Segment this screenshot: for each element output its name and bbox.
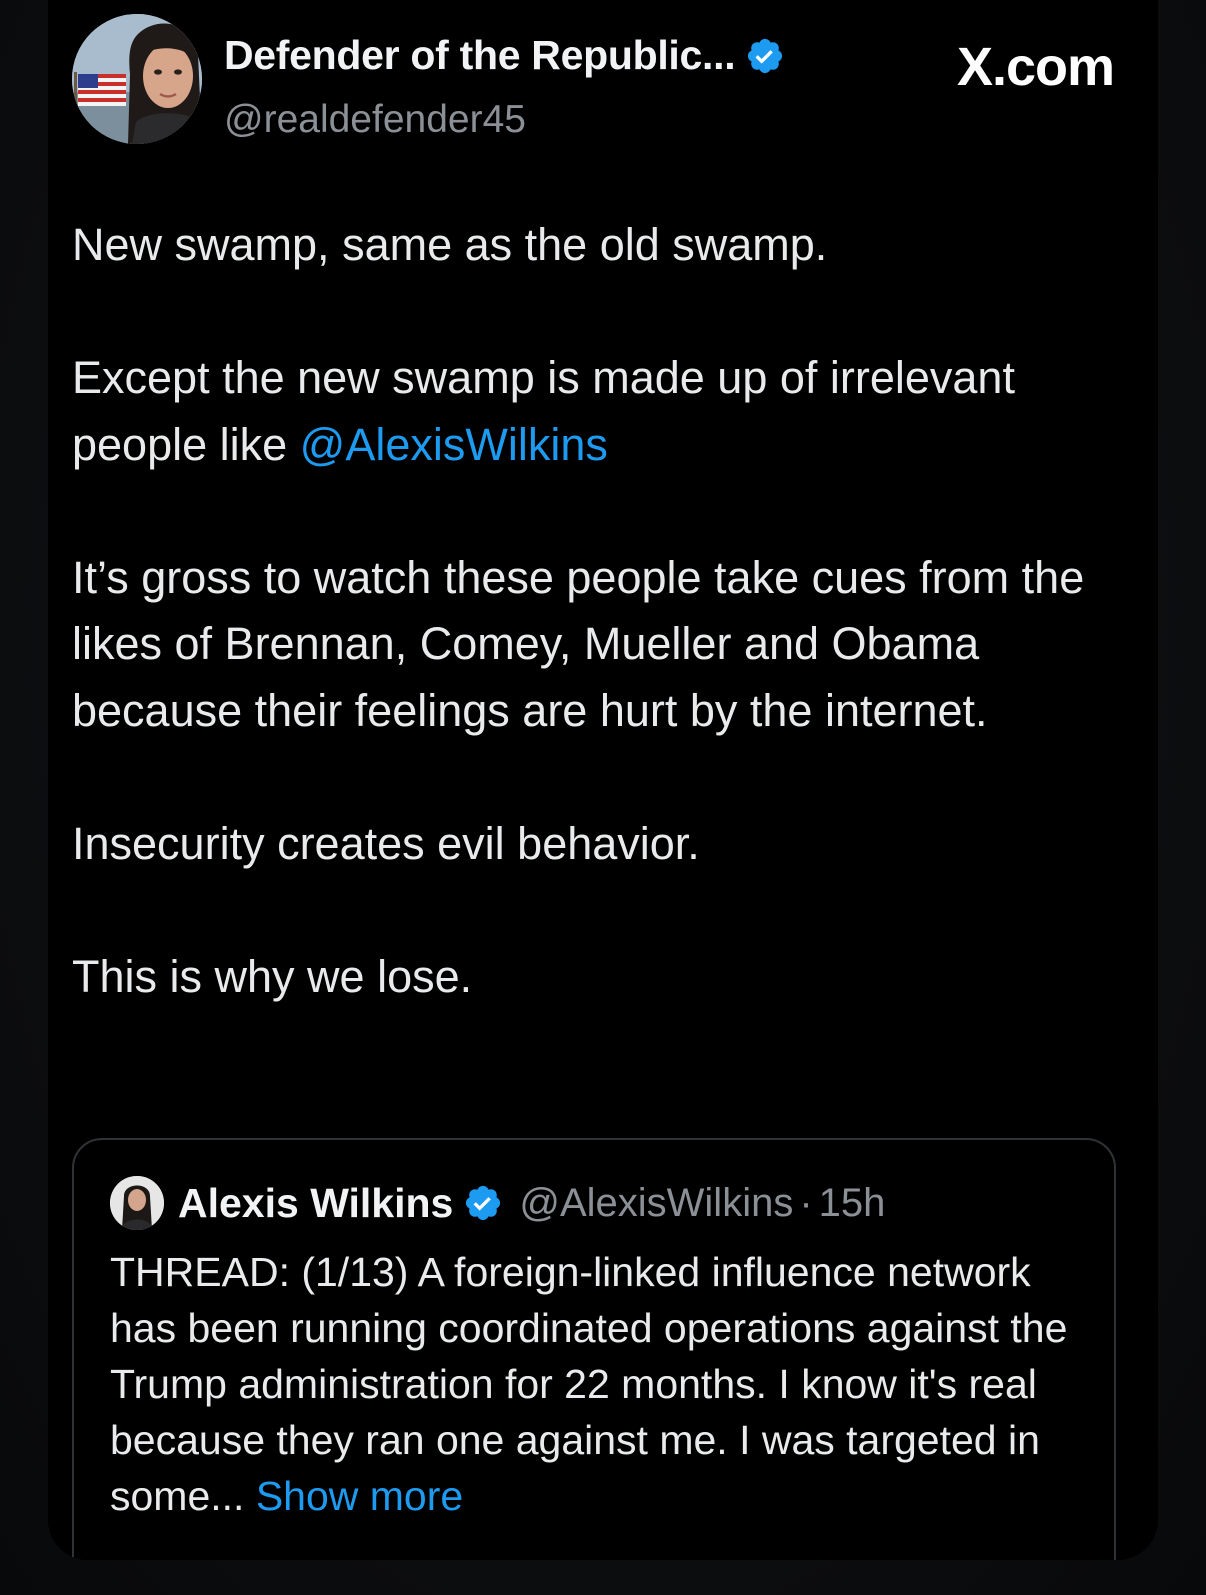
quoted-post-text: THREAD: (1/13) A foreign-linked influenc… bbox=[110, 1244, 1090, 1524]
quoted-author-display-name[interactable]: Alexis Wilkins bbox=[178, 1180, 453, 1227]
verified-badge-icon bbox=[745, 36, 785, 76]
author-handle[interactable]: @realdefender45 bbox=[224, 98, 526, 142]
author-name-row: Defender of the Republic... bbox=[224, 32, 785, 79]
post-paragraph-5: This is why we lose. bbox=[72, 950, 473, 1002]
post-header: Defender of the Republic... @realdefende… bbox=[72, 14, 1134, 146]
post-card: Defender of the Republic... @realdefende… bbox=[48, 0, 1158, 1560]
quoted-meta-separator: · bbox=[799, 1180, 813, 1225]
post-paragraph-1: New swamp, same as the old swamp. bbox=[72, 219, 828, 270]
quoted-avatar-portrait-icon bbox=[110, 1176, 164, 1230]
quoted-author-avatar[interactable] bbox=[110, 1176, 164, 1230]
post-body: New swamp, same as the old swamp. Except… bbox=[72, 212, 1147, 1077]
author-display-name[interactable]: Defender of the Republic... bbox=[224, 32, 736, 79]
quoted-author-handle[interactable]: @AlexisWilkins bbox=[519, 1181, 793, 1226]
author-avatar[interactable] bbox=[72, 14, 202, 144]
avatar-portrait-icon bbox=[72, 14, 202, 144]
post-paragraph-3: It’s gross to watch these people take cu… bbox=[72, 551, 1085, 736]
quoted-post-body: THREAD: (1/13) A foreign-linked influenc… bbox=[110, 1249, 1068, 1519]
quoted-verified-badge-icon bbox=[463, 1183, 503, 1223]
quoted-post-header: Alexis Wilkins @AlexisWilkins · 15h bbox=[110, 1176, 885, 1230]
x-brand-logo: X.com bbox=[956, 37, 1115, 97]
post-paragraph-2: Except the new swamp is made up of irrel… bbox=[72, 345, 1147, 478]
show-more-link[interactable]: Show more bbox=[256, 1473, 463, 1519]
quoted-post[interactable]: Alexis Wilkins @AlexisWilkins · 15h THRE… bbox=[72, 1138, 1116, 1560]
quoted-post-timestamp[interactable]: 15h bbox=[819, 1181, 886, 1226]
post-paragraph-4: Insecurity creates evil behavior. bbox=[72, 817, 700, 869]
mention-link[interactable]: @AlexisWilkins bbox=[300, 419, 608, 470]
